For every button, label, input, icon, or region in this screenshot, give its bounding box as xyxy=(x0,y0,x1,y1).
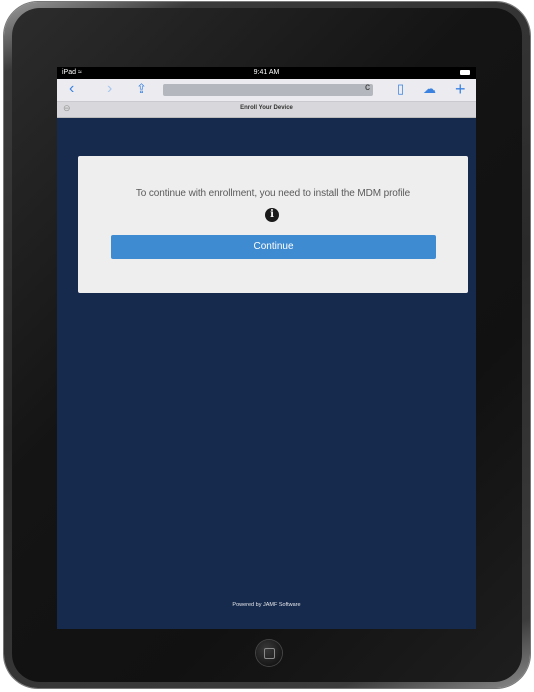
share-button[interactable]: ⇪ xyxy=(136,80,147,98)
forward-button[interactable]: › xyxy=(107,80,112,98)
tab-title[interactable]: Enroll Your Device xyxy=(57,105,476,111)
reload-icon[interactable]: c xyxy=(365,82,370,93)
cloud-tabs-button[interactable]: ☁ xyxy=(423,80,436,98)
battery-icon xyxy=(460,70,470,75)
new-tab-button[interactable]: + xyxy=(455,80,466,98)
continue-button[interactable]: Continue xyxy=(111,235,436,259)
status-bar: iPad ≈ 9:41 AM xyxy=(57,67,476,79)
info-icon: i xyxy=(265,208,279,222)
ipad-screen: iPad ≈ 9:41 AM ‹ › ⇪ c ▯ ☁ + ⊖ Enroll Yo… xyxy=(57,67,476,629)
bookmarks-button[interactable]: ▯ xyxy=(397,80,404,98)
footer-powered-by: Powered by JAMF Software xyxy=(232,602,301,608)
home-button[interactable] xyxy=(256,640,282,666)
dialog-message: To continue with enrollment, you need to… xyxy=(135,188,411,199)
enrollment-dialog: To continue with enrollment, you need to… xyxy=(78,156,468,293)
tab-bar: ⊖ Enroll Your Device xyxy=(57,102,476,118)
address-bar[interactable]: c xyxy=(163,82,373,96)
safari-toolbar: ‹ › ⇪ c ▯ ☁ + xyxy=(57,79,476,102)
back-button[interactable]: ‹ xyxy=(69,80,74,98)
home-square-icon xyxy=(264,648,275,659)
status-clock: 9:41 AM xyxy=(253,69,280,76)
